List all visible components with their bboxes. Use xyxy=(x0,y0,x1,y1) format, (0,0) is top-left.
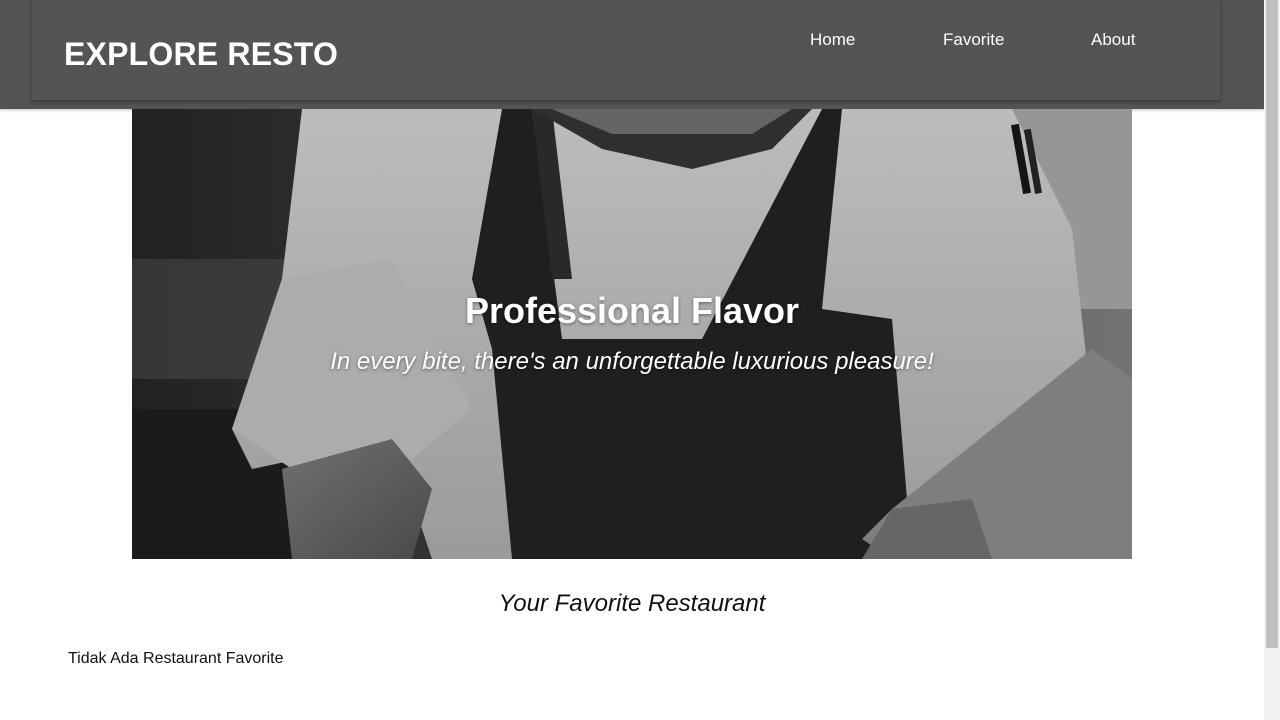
nav-link-about[interactable]: About xyxy=(1091,30,1135,50)
nav-link-favorite[interactable]: Favorite xyxy=(943,30,1004,50)
app-bar: EXPLORE RESTO Home Favorite About xyxy=(0,0,1264,109)
brand-title[interactable]: EXPLORE RESTO xyxy=(64,34,338,74)
hero-image xyxy=(132,109,1132,559)
empty-favorites-message: Tidak Ada Restaurant Favorite xyxy=(68,650,284,667)
nav-link-home[interactable]: Home xyxy=(810,30,855,50)
page: EXPLORE RESTO Home Favorite About Profes… xyxy=(0,0,1264,720)
favorites-section-title: Your Favorite Restaurant xyxy=(498,590,766,617)
page-scrollbar[interactable] xyxy=(1264,0,1280,720)
hero-title: Professional Flavor xyxy=(464,290,800,331)
app-bar-inner: EXPLORE RESTO Home Favorite About xyxy=(32,0,1220,100)
main-nav: Home Favorite About xyxy=(772,30,1192,52)
scrollbar-thumb[interactable] xyxy=(1266,0,1278,648)
hero-tagline: In every bite, there's an unforgettable … xyxy=(330,348,934,375)
hero-banner: Professional Flavor In every bite, there… xyxy=(132,109,1132,559)
